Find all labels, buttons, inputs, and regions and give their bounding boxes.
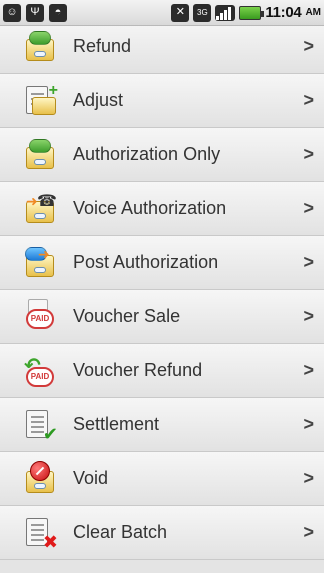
authorization-card-icon [22,137,58,173]
voice-authorization-icon: ➜ ☎ [22,191,58,227]
menu-item-label: Voucher Sale [73,306,181,326]
3g-icon: 3G [193,3,212,22]
menu-item-voice-authorization[interactable]: ➜ ☎ Voice Authorization > [0,182,324,236]
post-authorization-icon: ➜ [22,245,58,281]
menu-item-label: Adjust [73,90,124,110]
menu-item-clear-batch[interactable]: ✖ Clear Batch > [0,506,324,560]
battery-icon [239,5,265,20]
menu-item-label: Voice Authorization [73,198,227,218]
chevron-right-icon: > [303,306,314,326]
menu-item-authorization-only[interactable]: Authorization Only > [0,128,324,182]
usb-icon: Ψ [26,3,44,22]
chevron-right-icon: > [303,468,314,488]
menu-item-label: Authorization Only [73,144,221,164]
transaction-menu-list[interactable]: Refund > + Adjust > Authorization Only >… [0,26,324,573]
status-time: 11:04 [265,4,302,21]
menu-item-voucher-refund[interactable]: PAID ↶ Voucher Refund > [0,344,324,398]
menu-item-adjust[interactable]: + Adjust > [0,74,324,128]
chevron-right-icon: > [303,414,314,434]
chevron-right-icon: > [303,90,314,110]
status-ampm: AM [305,7,321,18]
menu-item-refund[interactable]: Refund > [0,26,324,74]
menu-item-post-authorization[interactable]: ➜ Post Authorization > [0,236,324,290]
menu-item-label: Settlement [73,414,160,434]
android-icon: ◓ [49,3,67,22]
paid-voucher-icon: PAID [22,298,58,335]
voucher-refund-icon: PAID ↶ [22,353,58,389]
menu-item-settlement[interactable]: ✔ Settlement > [0,398,324,452]
menu-item-label: Voucher Refund [73,360,203,380]
menu-item-label: Void [73,468,109,488]
void-icon [22,460,58,497]
signal-icon [215,4,236,21]
menu-item-label: Post Authorization [73,252,219,272]
menu-item-label: Clear Batch [73,522,168,542]
menu-item-voucher-sale[interactable]: PAID Voucher Sale > [0,290,324,344]
bbm-icon: ☺ [3,3,21,22]
mute-icon: ✕ [171,3,190,22]
chevron-right-icon: > [303,198,314,218]
chevron-right-icon: > [303,252,314,272]
menu-item-label: Refund [73,36,132,56]
adjust-icon: + [22,82,58,119]
status-bar: ☺ Ψ ◓ ✕ 3G 11:04 AM [0,0,324,26]
chevron-right-icon: > [303,360,314,380]
refund-card-icon [22,29,58,65]
chevron-right-icon: > [303,36,314,56]
chevron-right-icon: > [303,144,314,164]
clear-batch-icon: ✖ [22,515,58,551]
settlement-icon: ✔ [22,407,58,443]
menu-item-void[interactable]: Void > [0,452,324,506]
chevron-right-icon: > [303,522,314,542]
